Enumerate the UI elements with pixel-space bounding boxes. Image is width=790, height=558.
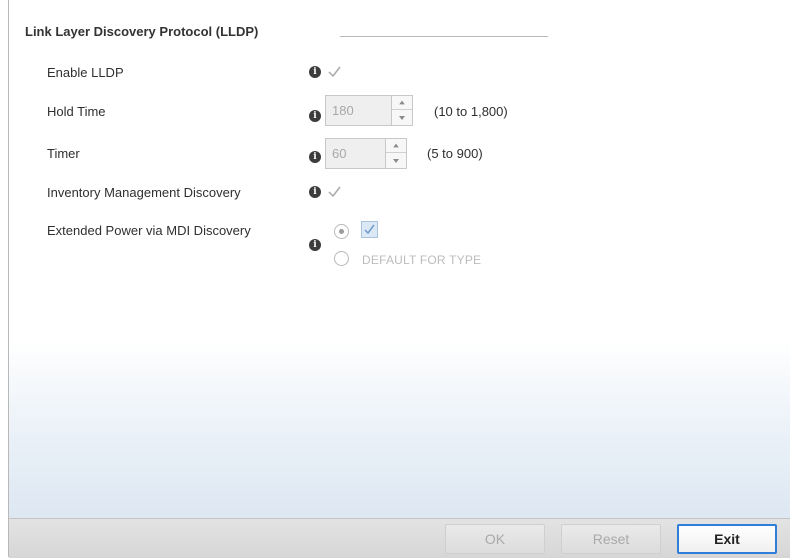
timer-range: (5 to 900) bbox=[427, 146, 483, 161]
timer-value[interactable]: 60 bbox=[332, 146, 346, 161]
extended-power-custom-radio[interactable] bbox=[334, 224, 349, 239]
check-icon bbox=[364, 224, 375, 235]
timer-label: Timer bbox=[47, 146, 80, 161]
exit-button[interactable]: Exit bbox=[677, 524, 777, 554]
hold-time-range: (10 to 1,800) bbox=[434, 104, 508, 119]
enable-lldp-label: Enable LLDP bbox=[47, 65, 124, 80]
section-title: Link Layer Discovery Protocol (LLDP) bbox=[25, 24, 259, 39]
hold-time-spin-buttons bbox=[391, 96, 412, 125]
radio-selected-dot bbox=[339, 229, 344, 234]
hold-time-value[interactable]: 180 bbox=[332, 103, 354, 118]
chevron-down-icon[interactable] bbox=[386, 154, 406, 168]
lldp-panel: Link Layer Discovery Protocol (LLDP) Ena… bbox=[8, 0, 790, 558]
info-icon[interactable]: i bbox=[309, 239, 321, 251]
chevron-down-icon[interactable] bbox=[392, 111, 412, 125]
extended-power-mdi-label: Extended Power via MDI Discovery bbox=[47, 223, 251, 238]
inventory-management-discovery-label: Inventory Management Discovery bbox=[47, 185, 241, 200]
enable-lldp-checkbox[interactable] bbox=[327, 64, 342, 79]
hold-time-stepper[interactable]: 180 bbox=[325, 95, 413, 126]
default-for-type-label: DEFAULT FOR TYPE bbox=[362, 253, 482, 267]
extended-power-checkbox[interactable] bbox=[361, 221, 378, 238]
reset-button[interactable]: Reset bbox=[561, 524, 661, 554]
hold-time-label: Hold Time bbox=[47, 104, 106, 119]
section-divider bbox=[340, 36, 548, 37]
timer-stepper[interactable]: 60 bbox=[325, 138, 407, 169]
footer-bar: OK Reset Exit bbox=[9, 518, 790, 558]
chevron-up-icon[interactable] bbox=[386, 139, 406, 153]
timer-spin-buttons bbox=[385, 139, 406, 168]
chevron-up-icon[interactable] bbox=[392, 96, 412, 110]
info-icon[interactable]: i bbox=[309, 186, 321, 198]
info-icon[interactable]: i bbox=[309, 110, 321, 122]
info-icon[interactable]: i bbox=[309, 151, 321, 163]
ok-button[interactable]: OK bbox=[445, 524, 545, 554]
inventory-management-discovery-checkbox[interactable] bbox=[327, 184, 342, 199]
extended-power-default-radio[interactable] bbox=[334, 251, 349, 266]
info-icon[interactable]: i bbox=[309, 66, 321, 78]
